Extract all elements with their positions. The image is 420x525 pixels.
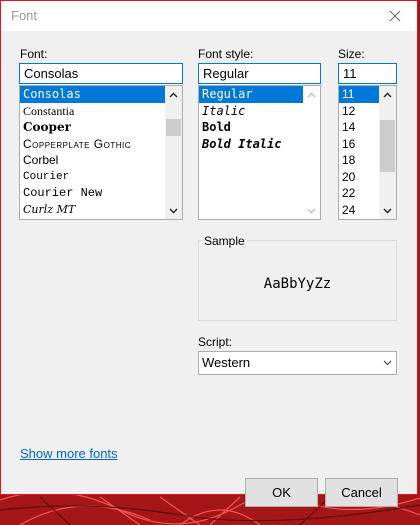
script-selected-value: Western bbox=[202, 355, 251, 370]
sample-label: Sample bbox=[202, 234, 247, 248]
font-style-list[interactable]: Regular Italic Bold Bold Italic bbox=[198, 85, 321, 220]
window-title: Font bbox=[11, 8, 38, 23]
chevron-down-icon bbox=[307, 208, 316, 213]
style-scroll-up-button bbox=[303, 86, 320, 103]
font-list-scrollbar[interactable] bbox=[165, 86, 182, 219]
font-style-scrollbar bbox=[303, 86, 320, 219]
font-item-corbel[interactable]: Corbel bbox=[20, 152, 165, 169]
size-item-18[interactable]: 18 bbox=[339, 152, 379, 169]
size-item-16[interactable]: 16 bbox=[339, 136, 379, 153]
chevron-down-icon bbox=[383, 208, 392, 213]
font-scroll-thumb[interactable] bbox=[166, 119, 181, 136]
font-item-consolas[interactable]: Consolas bbox=[20, 86, 165, 103]
size-scroll-down-button[interactable] bbox=[379, 202, 396, 219]
size-item-11[interactable]: 11 bbox=[339, 86, 379, 103]
close-button[interactable] bbox=[373, 1, 417, 31]
size-item-24[interactable]: 24 bbox=[339, 202, 379, 219]
style-item-italic[interactable]: Italic bbox=[199, 103, 303, 120]
font-item-courier[interactable]: Courier bbox=[20, 169, 165, 186]
dropdown-arrow bbox=[383, 352, 392, 374]
style-item-regular[interactable]: Regular bbox=[199, 86, 303, 103]
chevron-up-icon bbox=[307, 92, 316, 97]
font-item-courier-new[interactable]: Courier New bbox=[20, 185, 165, 202]
font-list[interactable]: Consolas Constantia Cooper Copperplate G… bbox=[19, 85, 183, 220]
font-label: Font: bbox=[20, 47, 48, 61]
font-item-constantia[interactable]: Constantia bbox=[20, 103, 165, 120]
chevron-down-icon bbox=[169, 208, 178, 213]
size-scroll-up-button[interactable] bbox=[379, 86, 396, 103]
chevron-down-icon bbox=[383, 360, 392, 366]
size-list[interactable]: 11 12 14 16 18 20 22 24 bbox=[338, 85, 397, 220]
style-scroll-down-button bbox=[303, 202, 320, 219]
chevron-up-icon bbox=[169, 92, 178, 97]
ok-button[interactable]: OK bbox=[245, 478, 318, 507]
font-style-input[interactable]: Regular bbox=[198, 63, 321, 84]
script-dropdown[interactable]: Western bbox=[198, 351, 397, 375]
cancel-button[interactable]: Cancel bbox=[325, 478, 398, 507]
size-item-22[interactable]: 22 bbox=[339, 185, 379, 202]
sample-preview-text: AaBbYyZz bbox=[263, 276, 332, 292]
font-scroll-up-button[interactable] bbox=[165, 86, 182, 103]
font-item-copperplate-gothic[interactable]: Copperplate Gothic bbox=[20, 136, 165, 153]
size-list-scrollbar[interactable] bbox=[379, 86, 396, 219]
title-bar: Font bbox=[1, 1, 417, 31]
size-label: Size: bbox=[338, 47, 365, 61]
font-item-cooper[interactable]: Cooper bbox=[20, 119, 165, 136]
font-name-input[interactable]: Consolas bbox=[19, 63, 183, 84]
chevron-up-icon bbox=[383, 92, 392, 97]
style-item-bold-italic[interactable]: Bold Italic bbox=[199, 136, 303, 153]
font-scroll-down-button[interactable] bbox=[165, 202, 182, 219]
close-icon bbox=[389, 10, 401, 22]
size-input[interactable]: 11 bbox=[338, 63, 397, 84]
font-style-label: Font style: bbox=[198, 47, 254, 61]
script-label: Script: bbox=[198, 335, 233, 349]
size-item-12[interactable]: 12 bbox=[339, 103, 379, 120]
font-item-curlz-mt[interactable]: Curlz MT bbox=[20, 202, 165, 219]
style-item-bold[interactable]: Bold bbox=[199, 119, 303, 136]
size-scroll-thumb[interactable] bbox=[380, 120, 395, 172]
size-item-20[interactable]: 20 bbox=[339, 169, 379, 186]
size-item-14[interactable]: 14 bbox=[339, 119, 379, 136]
show-more-fonts-link[interactable]: Show more fonts bbox=[20, 446, 118, 461]
